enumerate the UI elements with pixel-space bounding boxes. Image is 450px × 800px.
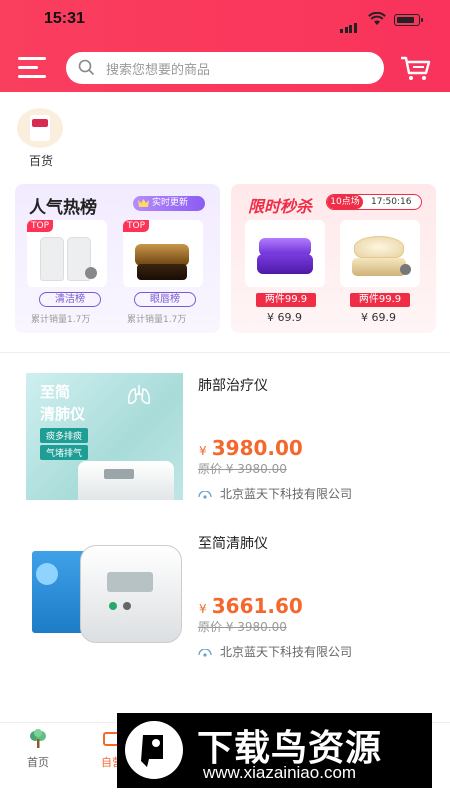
flash-sale-promo-2: 两件99.9	[350, 293, 410, 307]
flash-sale-product-2[interactable]	[340, 220, 420, 287]
signal-icon	[340, 14, 358, 33]
section-divider	[0, 352, 450, 353]
currency-symbol: ¥	[199, 602, 207, 616]
shop-name: 北京蓝天下科技有限公司	[220, 487, 353, 501]
shop-icon	[198, 648, 212, 657]
wifi-icon	[368, 12, 386, 25]
flash-sale-promo-1: 两件99.9	[256, 293, 316, 307]
hot-rank-product-1[interactable]: TOP	[27, 220, 107, 287]
product-image-1-tag1: 痰多排痰	[40, 428, 89, 443]
watermark-url: www.xiazainiao.com	[203, 763, 357, 782]
cart-icon[interactable]	[400, 54, 432, 82]
hot-rank-product-2[interactable]: TOP	[123, 220, 203, 287]
flash-sale-timer: 10点场 17:50:16	[326, 194, 422, 210]
flash-sale-countdown: 17:50:16	[371, 197, 412, 207]
battery-icon	[394, 14, 423, 26]
flash-sale-price-2: ¥ 69.9	[361, 311, 396, 324]
product-image-1-line2: 清肺仪	[40, 405, 86, 423]
currency-symbol: ¥	[199, 444, 207, 458]
device-image-2	[80, 545, 182, 643]
tree-icon	[30, 729, 46, 748]
product-image-2[interactable]	[26, 531, 183, 658]
product-title-2[interactable]: 至简清肺仪	[198, 533, 268, 553]
product-shop-1[interactable]: 北京蓝天下科技有限公司	[198, 485, 352, 502]
hot-rank-sales-1: 累计销量1.7万	[31, 315, 91, 325]
search-icon	[78, 59, 94, 75]
tab-home-label: 首页	[27, 756, 49, 769]
search-placeholder: 搜索您想要的商品	[106, 63, 211, 78]
product-original-price-1: 原价 ¥ 3980.00	[198, 462, 287, 476]
product-shop-2[interactable]: 北京蓝天下科技有限公司	[198, 643, 352, 660]
watermark-banner: 下载鸟资源 www.xiazainiao.com	[117, 713, 432, 788]
hot-rank-title: 人气热榜	[29, 198, 97, 218]
product-price-2: ¥ 3661.60	[199, 594, 303, 618]
lungs-icon	[128, 385, 150, 404]
shop-name: 北京蓝天下科技有限公司	[220, 645, 353, 659]
crown-icon	[138, 199, 149, 207]
hot-rank-label-1[interactable]: 清洁榜	[39, 292, 101, 307]
flash-sale-product-1[interactable]	[245, 220, 325, 287]
product-title-1[interactable]: 肺部治疗仪	[198, 375, 268, 395]
category-item-general[interactable]: 百货	[17, 108, 65, 169]
shop-icon	[198, 490, 212, 499]
top-tag: TOP	[123, 220, 150, 232]
flash-sale-session: 10点场	[327, 195, 363, 209]
search-input[interactable]: 搜索您想要的商品	[66, 52, 384, 84]
product-image-1-tag2: 气堵排气	[40, 445, 89, 460]
product-image-1[interactable]: 至简 清肺仪 痰多排痰 气堵排气	[26, 373, 183, 500]
product-image-1-line1: 至简	[40, 383, 71, 401]
product-price-1: ¥ 3980.00	[199, 436, 303, 460]
price-value: 3661.60	[211, 594, 303, 618]
category-image	[17, 108, 63, 148]
live-update-label: 实时更新	[152, 198, 189, 208]
category-label: 百货	[28, 154, 53, 168]
top-tag: TOP	[27, 220, 54, 232]
price-value: 3980.00	[211, 436, 303, 460]
flash-sale-price-1: ¥ 69.9	[267, 311, 302, 324]
hot-rank-label-2[interactable]: 眼唇榜	[134, 292, 196, 307]
product-original-price-2: 原价 ¥ 3980.00	[198, 620, 287, 634]
flash-sale-title: 限时秒杀	[248, 197, 313, 216]
status-bar: 15:31	[0, 0, 450, 40]
hot-rank-sales-2: 累计销量1.7万	[127, 315, 187, 325]
tab-home[interactable]: 首页	[18, 729, 58, 770]
status-time: 15:31	[44, 10, 85, 27]
menu-icon[interactable]	[18, 57, 48, 79]
device-image	[78, 461, 174, 500]
bird-logo-icon	[125, 721, 183, 779]
